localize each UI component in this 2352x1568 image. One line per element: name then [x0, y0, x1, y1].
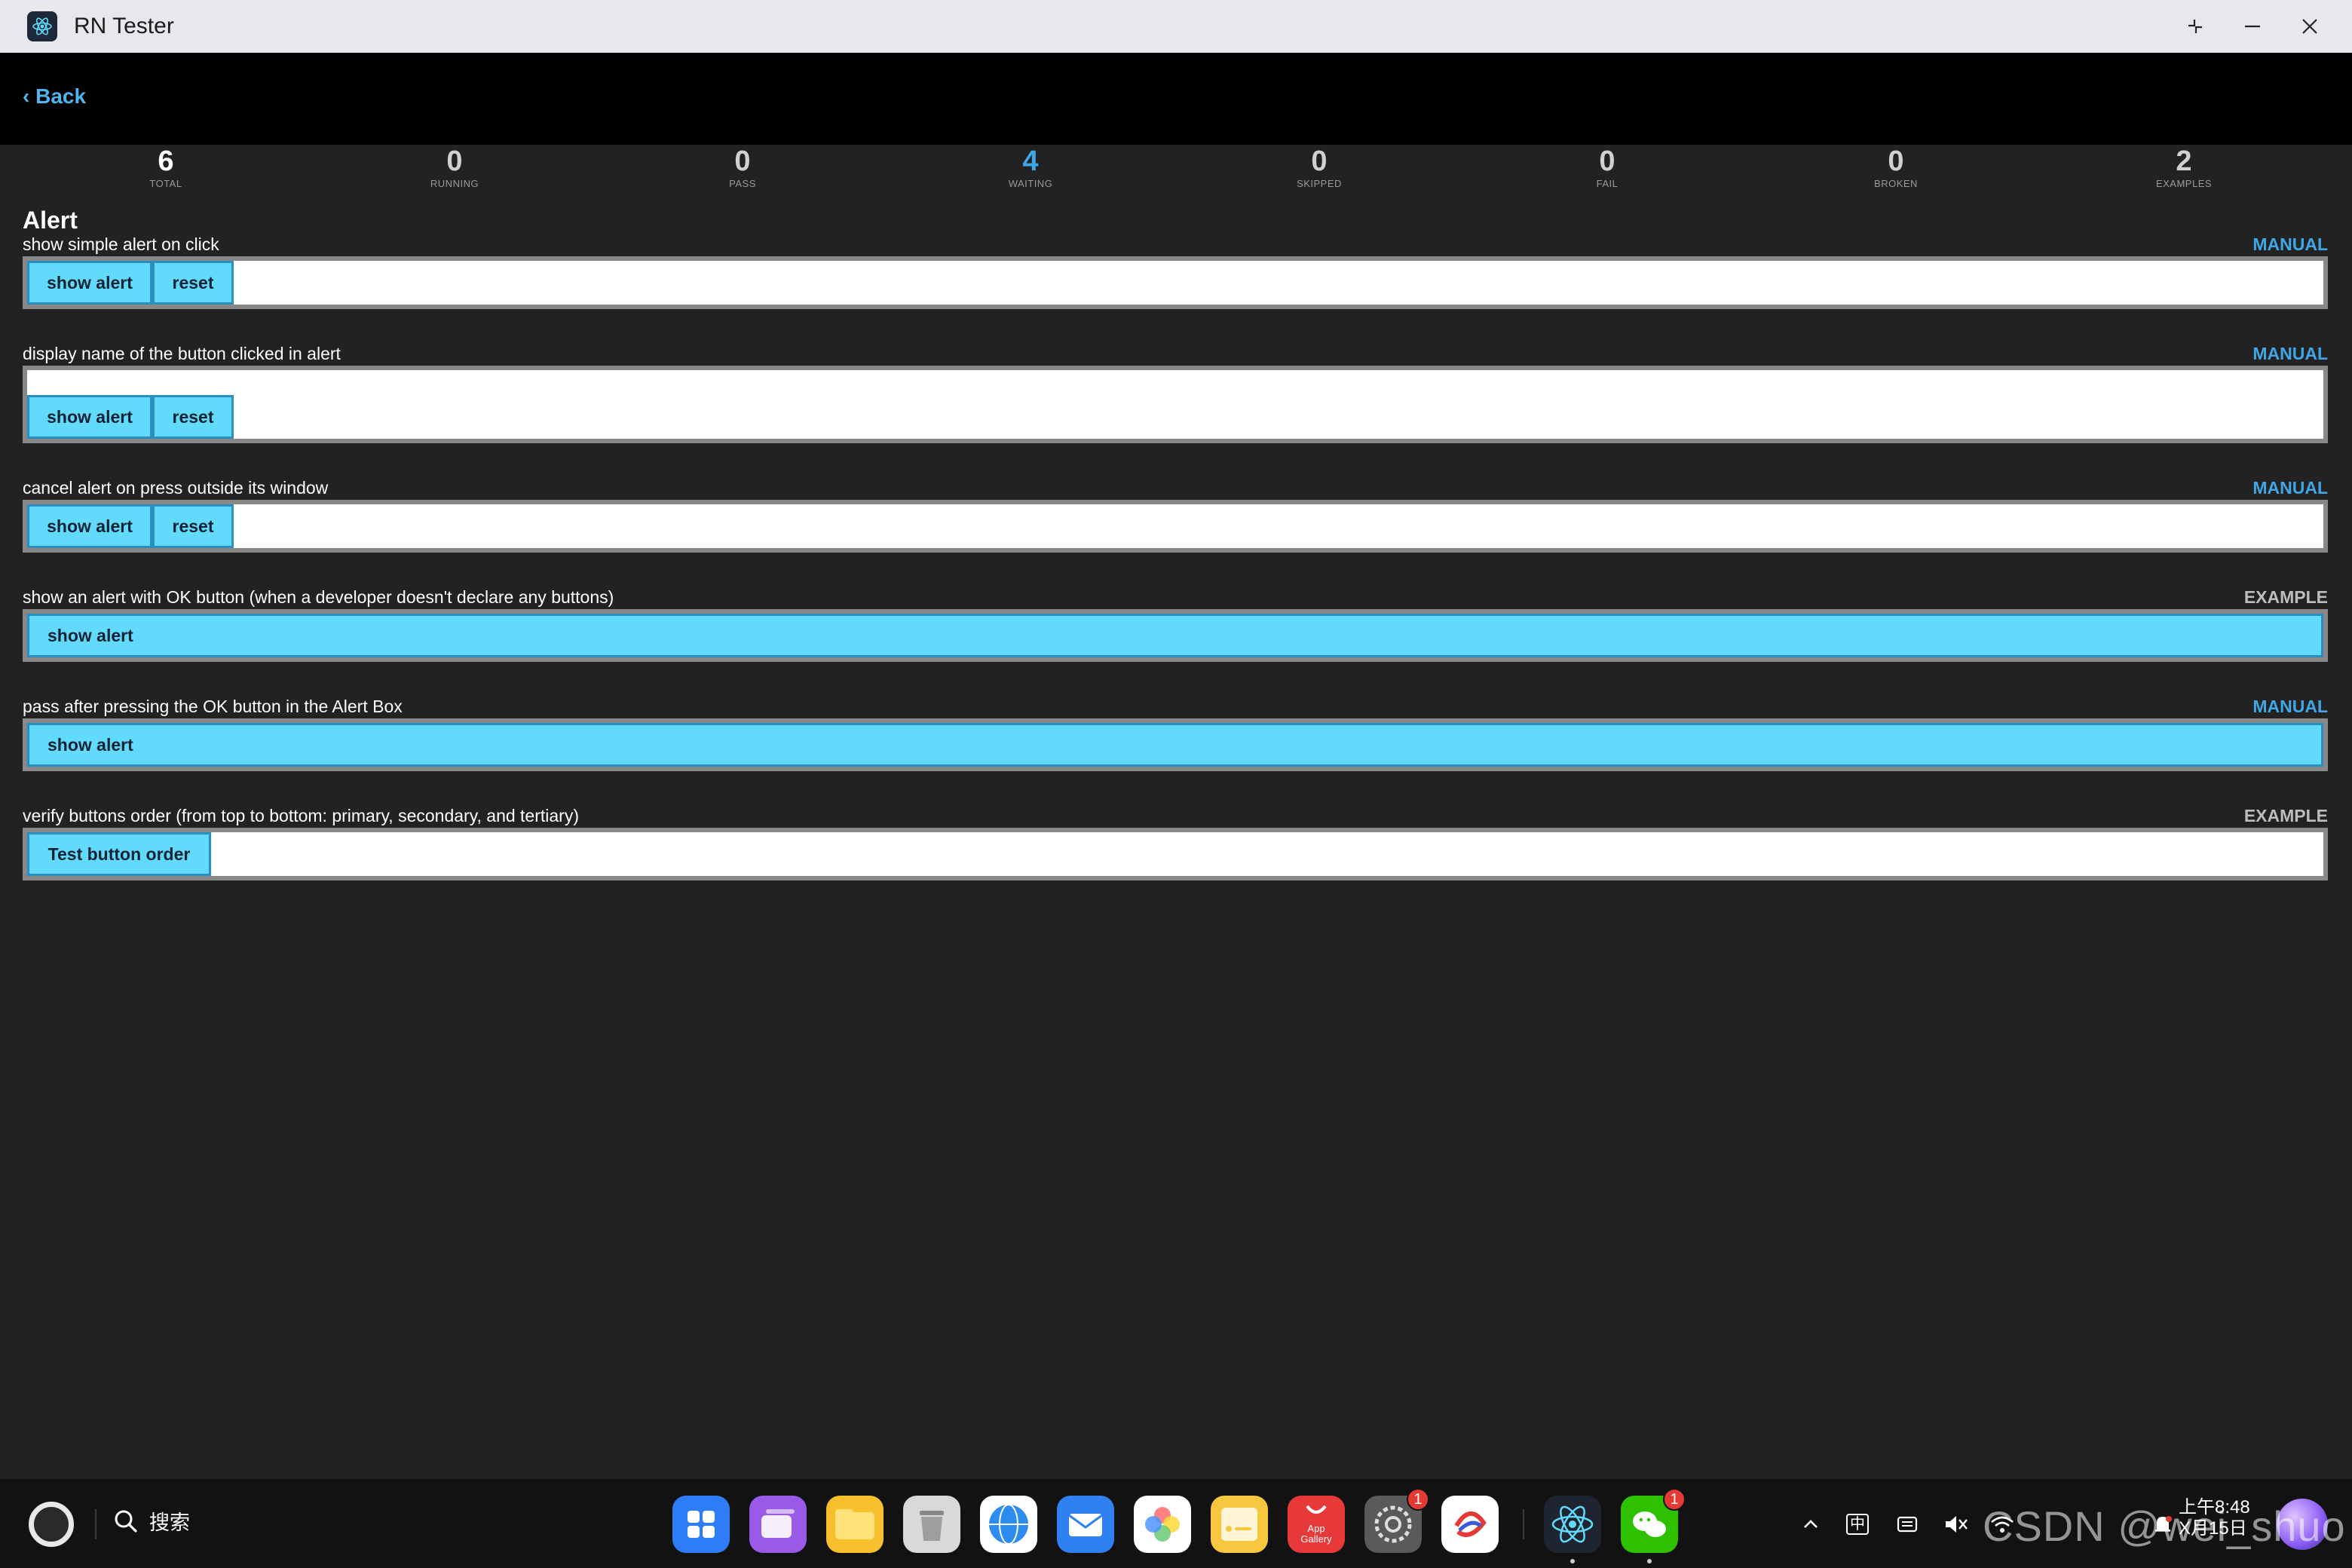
test-case-status: MANUAL [2252, 344, 2328, 363]
gallery-icon[interactable] [1134, 1496, 1191, 1553]
stat-examples: 2 EXAMPLES [2109, 145, 2259, 190]
search-icon [115, 1510, 137, 1533]
app-launcher-icon[interactable] [672, 1496, 730, 1553]
keyboard-icon[interactable] [1894, 1509, 1921, 1539]
stat-label: RUNNING [430, 178, 479, 189]
watermark: CSDN @wei_shuo [1983, 1502, 2346, 1550]
stat-skipped: 0 SKIPPED [1244, 145, 1395, 190]
test-case-box: show alert reset [23, 366, 2328, 443]
stat-label: WAITING [1008, 178, 1053, 189]
test-case-label: show simple alert on click [23, 234, 219, 254]
taskbar: 搜索 App Gallery 1 1 中 上午8:48 X月15日 CSDN @… [0, 1479, 2352, 1568]
back-button[interactable]: ‹ Back [23, 84, 86, 109]
stat-fail: 0 FAIL [1532, 145, 1683, 190]
ime-label: 中 [1846, 1514, 1869, 1535]
app-header: ‹ Back [0, 53, 2352, 145]
mail-icon[interactable] [1057, 1496, 1114, 1553]
stat-label: SKIPPED [1297, 178, 1342, 189]
show-alert-button[interactable]: show alert [27, 395, 152, 439]
stat-value: 4 [1022, 145, 1039, 177]
stat-value: 2 [2176, 145, 2192, 177]
test-case-status: MANUAL [2252, 697, 2328, 716]
title-bar: RN Tester [0, 0, 2352, 53]
stat-broken: 0 BROKEN [1821, 145, 1971, 190]
test-case-label: display name of the button clicked in al… [23, 344, 341, 363]
test-case-box: show alert [23, 609, 2328, 662]
taskbar-divider [95, 1509, 96, 1539]
stat-label: FAIL [1596, 178, 1619, 189]
show-alert-button[interactable]: show alert [27, 504, 152, 548]
section-title: Alert [23, 207, 78, 234]
test-case-status: MANUAL [2252, 234, 2328, 254]
running-indicator [1647, 1559, 1652, 1563]
stat-total: 6 TOTAL [90, 145, 241, 190]
react-icon[interactable] [1544, 1496, 1601, 1553]
test-stats: 6 TOTAL 0 RUNNING 0 PASS 4 WAITING 0 SKI… [0, 145, 2352, 191]
svg-text:App: App [1307, 1523, 1325, 1534]
test-case-status: EXAMPLE [2243, 587, 2328, 607]
stat-label: TOTAL [149, 178, 182, 189]
multitask-icon[interactable] [749, 1496, 807, 1553]
volume-muted-icon[interactable] [1940, 1509, 1971, 1539]
show-alert-button[interactable]: show alert [27, 261, 152, 305]
browser-icon[interactable] [980, 1496, 1037, 1553]
test-case-status: EXAMPLE [2243, 806, 2328, 825]
test-button-order-button[interactable]: Test button order [27, 832, 211, 876]
test-case-status: MANUAL [2252, 478, 2328, 498]
test-case-label: verify buttons order (from top to bottom… [23, 806, 579, 825]
stat-waiting: 4 WAITING [955, 145, 1106, 190]
app-gallery-icon[interactable]: App Gallery [1288, 1496, 1345, 1553]
stat-value: 0 [446, 145, 463, 177]
test-case-label: cancel alert on press outside its window [23, 478, 329, 498]
stat-value: 0 [1888, 145, 1904, 177]
show-alert-button[interactable]: show alert [27, 723, 2323, 767]
notes-icon[interactable] [1211, 1496, 1268, 1553]
chevron-up-icon[interactable] [1797, 1509, 1824, 1539]
stat-value: 0 [1599, 145, 1615, 177]
test-case-label: pass after pressing the OK button in the… [23, 697, 403, 716]
test-case-box: show alert reset [23, 500, 2328, 553]
stat-value: 0 [734, 145, 751, 177]
stat-label: PASS [729, 178, 756, 189]
input-method-indicator[interactable]: 中 [1844, 1509, 1871, 1539]
search-label: 搜索 [149, 1511, 190, 1534]
test-case-box: show alert [23, 718, 2328, 771]
test-case-label: show an alert with OK button (when a dev… [23, 587, 614, 607]
reset-button[interactable]: reset [152, 395, 234, 439]
stat-label: BROKEN [1874, 178, 1918, 189]
stat-running: 0 RUNNING [379, 145, 530, 190]
trash-icon[interactable] [903, 1496, 960, 1553]
restore-icon[interactable] [2183, 14, 2207, 38]
notification-badge: 1 [1663, 1488, 1686, 1511]
svg-text:Gallery: Gallery [1300, 1533, 1332, 1545]
test-case-box: show alert reset [23, 256, 2328, 309]
stat-pass: 0 PASS [667, 145, 818, 190]
react-logo-icon [27, 11, 57, 41]
start-button[interactable] [29, 1502, 74, 1547]
stat-label: EXAMPLES [2155, 178, 2213, 189]
window-controls [2183, 0, 2322, 53]
close-icon[interactable] [2298, 14, 2322, 38]
show-alert-button[interactable]: show alert [27, 614, 2323, 657]
minimize-icon[interactable] [2240, 14, 2265, 38]
stat-value: 6 [158, 145, 174, 177]
reset-button[interactable]: reset [152, 504, 234, 548]
reset-button[interactable]: reset [152, 261, 234, 305]
window-title: RN Tester [74, 14, 174, 38]
files-icon[interactable] [826, 1496, 884, 1553]
running-indicator [1570, 1559, 1575, 1563]
notification-badge: 1 [1407, 1488, 1429, 1511]
taskbar-divider [1523, 1509, 1524, 1539]
settings-icon[interactable]: 1 [1364, 1488, 1429, 1553]
stat-value: 0 [1311, 145, 1328, 177]
rn-tester-window: RN Tester ‹ Back 6 TOTAL 0 RUNNING 0 PAS… [0, 0, 2352, 1568]
huawei-app-icon[interactable] [1441, 1496, 1499, 1553]
test-case-box: Test button order [23, 828, 2328, 880]
wechat-icon[interactable]: 1 [1621, 1488, 1686, 1553]
taskbar-search[interactable]: 搜索 [113, 1506, 190, 1536]
